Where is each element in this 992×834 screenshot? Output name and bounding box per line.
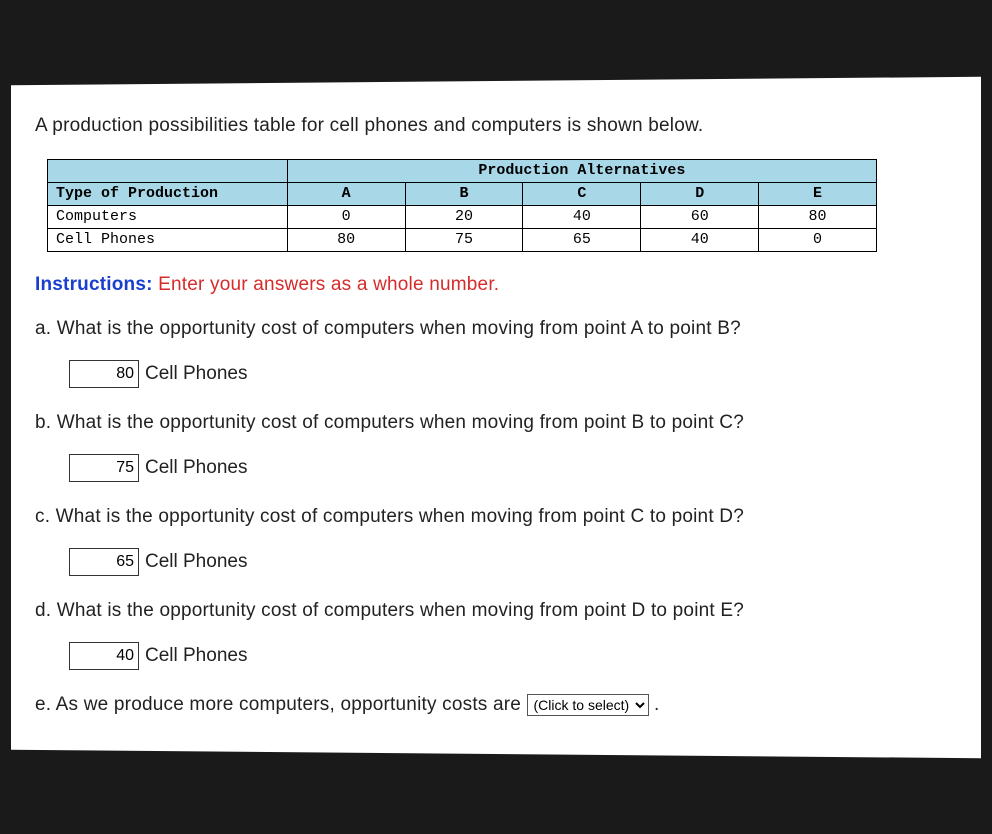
- answer-c-row: Cell Phones: [69, 548, 957, 576]
- table-row: Computers 0 20 40 60 80: [48, 205, 877, 228]
- question-e-suffix: .: [649, 694, 660, 715]
- answer-c-input[interactable]: [69, 548, 139, 576]
- table-col-A: A: [287, 182, 405, 205]
- intro-text: A production possibilities table for cel…: [35, 115, 957, 137]
- answer-a-unit: Cell Phones: [145, 363, 247, 385]
- table-header-span: Production Alternatives: [287, 159, 876, 182]
- answer-b-input[interactable]: [69, 454, 139, 482]
- question-a: a. What is the opportunity cost of compu…: [35, 318, 957, 340]
- answer-a-input[interactable]: [69, 360, 139, 388]
- instructions-label: Instructions:: [35, 274, 153, 295]
- cell: 80: [287, 228, 405, 251]
- cell: 80: [759, 205, 877, 228]
- question-e: e. As we produce more computers, opportu…: [35, 694, 957, 716]
- cell: 40: [641, 228, 759, 251]
- cell: 0: [759, 228, 877, 251]
- answer-e-select[interactable]: (Click to select): [527, 694, 649, 716]
- table-col-E: E: [759, 182, 877, 205]
- question-e-prefix: e. As we produce more computers, opportu…: [35, 694, 527, 715]
- instructions: Instructions: Enter your answers as a wh…: [35, 274, 957, 296]
- row-label-cellphones: Cell Phones: [48, 228, 288, 251]
- question-c: c. What is the opportunity cost of compu…: [35, 506, 957, 528]
- cell: 40: [523, 205, 641, 228]
- question-b: b. What is the opportunity cost of compu…: [35, 412, 957, 434]
- cell: 60: [641, 205, 759, 228]
- answer-d-row: Cell Phones: [69, 642, 957, 670]
- table-col-B: B: [405, 182, 523, 205]
- table-col-D: D: [641, 182, 759, 205]
- production-possibilities-table: Production Alternatives Type of Producti…: [47, 159, 877, 252]
- cell: 75: [405, 228, 523, 251]
- answer-a-row: Cell Phones: [69, 360, 957, 388]
- table-type-header: Type of Production: [48, 182, 288, 205]
- answer-d-input[interactable]: [69, 642, 139, 670]
- instructions-text: Enter your answers as a whole number.: [158, 274, 499, 295]
- table-corner-blank: [48, 159, 288, 182]
- answer-d-unit: Cell Phones: [145, 645, 247, 667]
- answer-b-unit: Cell Phones: [145, 457, 247, 479]
- cell: 20: [405, 205, 523, 228]
- question-d: d. What is the opportunity cost of compu…: [35, 600, 957, 622]
- cell: 65: [523, 228, 641, 251]
- table-col-C: C: [523, 182, 641, 205]
- row-label-computers: Computers: [48, 205, 288, 228]
- worksheet-page: A production possibilities table for cel…: [11, 87, 981, 748]
- answer-c-unit: Cell Phones: [145, 551, 247, 573]
- answer-b-row: Cell Phones: [69, 454, 957, 482]
- cell: 0: [287, 205, 405, 228]
- table-row: Cell Phones 80 75 65 40 0: [48, 228, 877, 251]
